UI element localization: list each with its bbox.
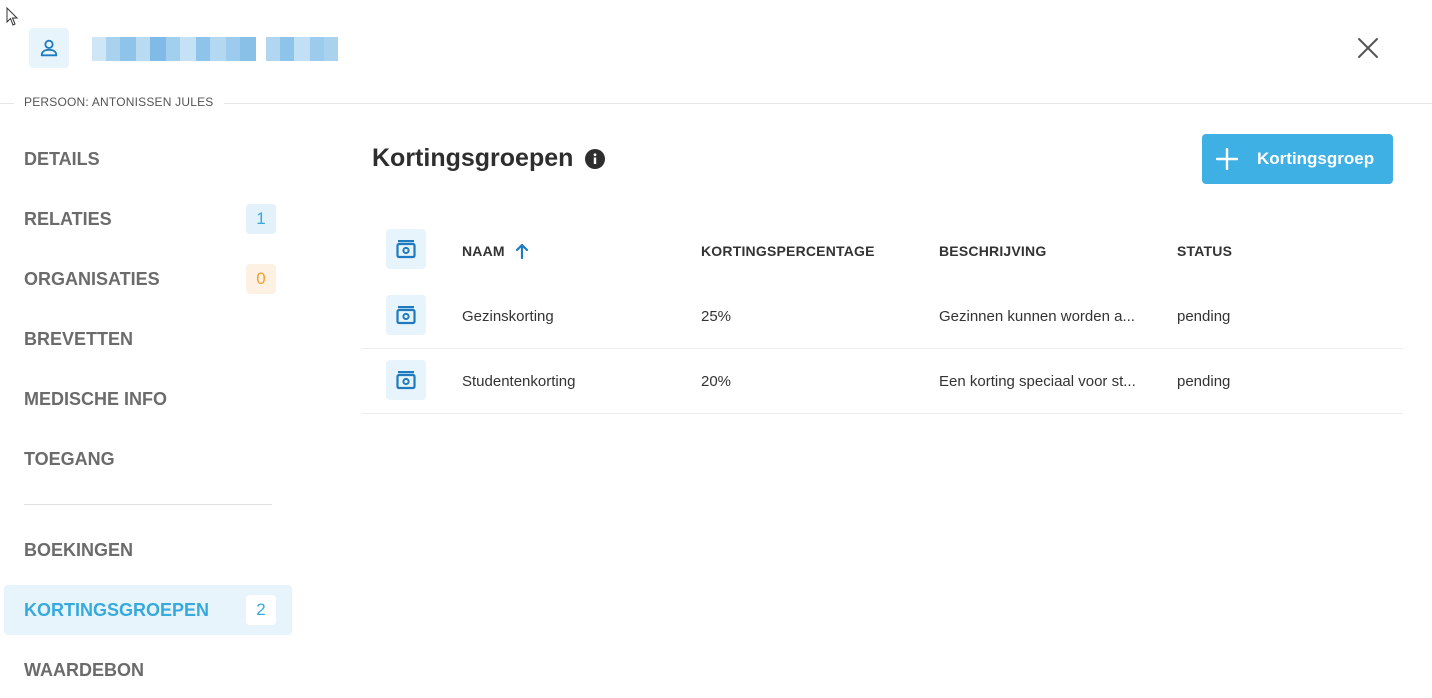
sidebar-item-medische-info[interactable]: MEDISCHE INFO xyxy=(4,374,292,424)
avatar xyxy=(29,28,69,68)
discount-box-icon xyxy=(396,306,416,325)
count-badge: 0 xyxy=(246,264,276,294)
sidebar-item-label: RELATIES xyxy=(24,208,112,229)
sidebar-item-label: TOEGANG xyxy=(24,448,115,469)
sidebar-item-label: BREVETTEN xyxy=(24,328,134,349)
person-icon xyxy=(40,39,58,57)
count-badge: 1 xyxy=(246,204,276,234)
row-icon xyxy=(386,360,426,400)
column-header-naam[interactable]: NAAM xyxy=(462,218,692,284)
cell-kortingspercentage: 20% xyxy=(701,372,732,390)
sidebar-item-label: BOEKINGEN xyxy=(24,539,134,560)
sidebar-item-label: ORGANISATIES xyxy=(24,268,160,289)
sidebar-item-label: KORTINGSGROEPEN xyxy=(24,599,210,620)
cell-kortingspercentage: 25% xyxy=(701,307,732,325)
sidebar-item-label: DETAILS xyxy=(24,148,100,169)
row-icon xyxy=(386,295,426,335)
sidebar-divider xyxy=(24,504,272,505)
plus-icon xyxy=(1216,148,1238,170)
panel-header xyxy=(0,0,1432,104)
cell-beschrijving: Gezinnen kunnen worden a... xyxy=(939,307,1135,325)
sidebar-item-boekingen[interactable]: BOEKINGEN xyxy=(4,525,292,575)
discount-box-icon xyxy=(396,240,416,259)
cell-beschrijving: Een korting speciaal voor st... xyxy=(939,372,1136,390)
column-header-status[interactable]: STATUS xyxy=(1177,218,1377,284)
table-row[interactable]: Studentenkorting 20% Een korting speciaa… xyxy=(362,349,1403,414)
kortingsgroepen-table: NAAM KORTINGSPERCENTAGE BESCHRIJVING STA… xyxy=(362,218,1403,414)
sidebar-item-relaties[interactable]: RELATIES 1 xyxy=(4,194,292,244)
header-icon xyxy=(386,229,426,269)
breadcrumb: PERSOON: ANTONISSEN JULES xyxy=(14,95,224,109)
sidebar-item-brevetten[interactable]: BREVETTEN xyxy=(4,314,292,364)
close-button[interactable] xyxy=(1354,34,1382,62)
sidebar-item-kortingsgroepen[interactable]: KORTINGSGROEPEN 2 xyxy=(4,585,292,635)
cell-status: pending xyxy=(1177,372,1231,390)
table-header-row: NAAM KORTINGSPERCENTAGE BESCHRIJVING STA… xyxy=(362,218,1403,284)
sidebar-item-toegang[interactable]: TOEGANG xyxy=(4,434,292,484)
page-title: Kortingsgroepen xyxy=(372,144,574,172)
sidebar-item-organisaties[interactable]: ORGANISATIES 0 xyxy=(4,254,292,304)
sidebar-item-label: WAARDEBON xyxy=(24,659,144,680)
column-header-kortingspercentage[interactable]: KORTINGSPERCENTAGE xyxy=(701,218,931,284)
close-icon xyxy=(1358,38,1378,58)
sidebar-item-label: MEDISCHE INFO xyxy=(24,388,168,409)
table-row[interactable]: Gezinskorting 25% Gezinnen kunnen worden… xyxy=(362,284,1403,349)
arrow-up-icon xyxy=(515,243,528,259)
sidebar-item-details[interactable]: DETAILS xyxy=(4,134,292,184)
column-header-label: NAAM xyxy=(462,243,505,259)
info-icon[interactable] xyxy=(585,149,605,169)
add-kortingsgroep-button[interactable]: Kortingsgroep xyxy=(1202,134,1393,184)
column-header-beschrijving[interactable]: BESCHRIJVING xyxy=(939,218,1153,284)
count-badge: 2 xyxy=(246,595,276,625)
discount-box-icon xyxy=(396,371,416,390)
sidebar-item-waardebon[interactable]: WAARDEBON xyxy=(4,645,292,695)
cell-status: pending xyxy=(1177,307,1231,325)
cell-naam: Gezinskorting xyxy=(462,307,554,325)
add-button-label: Kortingsgroep xyxy=(1257,149,1375,168)
cell-naam: Studentenkorting xyxy=(462,372,576,390)
blurred-person-name xyxy=(92,37,348,61)
